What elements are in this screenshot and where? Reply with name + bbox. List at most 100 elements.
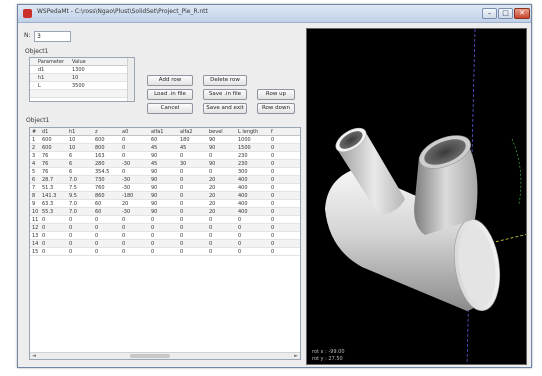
table-cell[interactable]: 1500 xyxy=(236,144,269,151)
title-bar[interactable]: WSPedaMt - C:\ross\Ngao\Plust\SolidSet\P… xyxy=(18,5,531,23)
table-cell[interactable]: 7 xyxy=(30,184,40,191)
table-cell[interactable]: 0 xyxy=(120,168,149,175)
table-cell[interactable]: 20 xyxy=(207,200,236,207)
table-cell[interactable]: 14 xyxy=(30,240,40,247)
table-cell[interactable]: 230 xyxy=(236,160,269,167)
table-cell[interactable]: 0 xyxy=(120,152,149,159)
table-cell[interactable]: 7.0 xyxy=(67,208,93,215)
table-cell[interactable]: 45 xyxy=(149,160,178,167)
table-cell[interactable]: -30 xyxy=(120,176,149,183)
table-row[interactable]: 8 141.3 9.5 860 -180 90 0 20 400 0 xyxy=(30,192,300,200)
table-cell[interactable]: 0 xyxy=(149,232,178,239)
table-cell[interactable]: 20 xyxy=(207,184,236,191)
table-cell[interactable]: 90 xyxy=(149,152,178,159)
table-cell[interactable]: 60 xyxy=(93,200,120,207)
maximize-button[interactable]: □ xyxy=(498,8,513,19)
table-cell[interactable]: 0 xyxy=(178,240,207,247)
save-and-exit-button[interactable]: Save and exit xyxy=(203,103,247,114)
table-cell[interactable]: 0 xyxy=(207,152,236,159)
table-cell[interactable]: 5 xyxy=(30,168,40,175)
table-cell[interactable]: 6 xyxy=(67,160,93,167)
table-cell[interactable]: 3500 xyxy=(70,82,122,89)
table-cell[interactable]: 0 xyxy=(178,224,207,231)
table-cell[interactable]: 90 xyxy=(207,160,236,167)
parameter-table-row[interactable]: h1 10 xyxy=(30,74,134,82)
table-cell[interactable]: 0 xyxy=(40,248,67,255)
table-cell[interactable]: 141.3 xyxy=(40,192,67,199)
table-cell[interactable]: 0 xyxy=(236,240,269,247)
table-cell[interactable]: 76 xyxy=(40,168,67,175)
table-cell[interactable]: 0 xyxy=(269,232,295,239)
table-cell[interactable]: L xyxy=(36,82,70,89)
parameter-table-row[interactable]: d1 1300 xyxy=(30,66,134,74)
3d-viewport[interactable]: rot x : -99.00 rot y : 27.50 xyxy=(306,28,527,365)
cancel-button[interactable]: Cancel xyxy=(147,103,193,114)
table-cell[interactable]: 300 xyxy=(236,168,269,175)
table-cell[interactable]: 45 xyxy=(178,144,207,151)
table-cell[interactable]: 0 xyxy=(236,224,269,231)
table-cell[interactable]: 10 xyxy=(70,74,122,81)
table-cell[interactable]: 0 xyxy=(40,216,67,223)
table-cell[interactable]: 63.3 xyxy=(40,200,67,207)
table-cell[interactable]: 0 xyxy=(269,136,295,143)
table-cell[interactable]: 0 xyxy=(269,216,295,223)
table-cell[interactable]: 0 xyxy=(269,184,295,191)
table-cell[interactable]: 0 xyxy=(269,160,295,167)
row-down-button[interactable]: Row down xyxy=(257,103,295,114)
table-cell[interactable]: 45 xyxy=(149,144,178,151)
table-cell[interactable]: 90 xyxy=(149,208,178,215)
table-cell[interactable]: 0 xyxy=(269,200,295,207)
table-cell[interactable]: 60 xyxy=(149,136,178,143)
table-row[interactable]: 5 76 6 354.5 0 90 0 0 300 0 xyxy=(30,168,300,176)
table-cell[interactable]: 12 xyxy=(30,224,40,231)
table-cell[interactable]: 0 xyxy=(67,248,93,255)
table-cell[interactable]: 600 xyxy=(40,144,67,151)
table-cell[interactable]: 0 xyxy=(207,232,236,239)
table-cell[interactable]: 0 xyxy=(149,240,178,247)
table-cell[interactable]: 400 xyxy=(236,176,269,183)
table-cell[interactable]: 15 xyxy=(30,248,40,255)
table-cell[interactable]: 13 xyxy=(30,232,40,239)
load-file-button[interactable]: Load .in file xyxy=(147,89,193,100)
table-cell[interactable]: 90 xyxy=(207,136,236,143)
table-cell[interactable]: 0 xyxy=(149,248,178,255)
table-row[interactable]: 1 600 10 600 0 60 180 90 1000 0 xyxy=(30,136,300,144)
table-cell[interactable]: 9 xyxy=(30,200,40,207)
table-cell[interactable]: 0 xyxy=(178,176,207,183)
table-row[interactable]: 7 51.3 7.5 760 -30 90 0 20 400 0 xyxy=(30,184,300,192)
table-cell[interactable]: 0 xyxy=(178,200,207,207)
table-cell[interactable]: 20 xyxy=(207,192,236,199)
table-cell[interactable]: 0 xyxy=(67,240,93,247)
table-cell[interactable]: 0 xyxy=(40,240,67,247)
table-cell[interactable]: 0 xyxy=(120,216,149,223)
table-cell[interactable]: 0 xyxy=(178,192,207,199)
table-cell[interactable]: 1000 xyxy=(236,136,269,143)
table-cell[interactable]: -30 xyxy=(120,160,149,167)
table-cell[interactable]: 90 xyxy=(149,168,178,175)
table-cell[interactable]: h1 xyxy=(36,74,70,81)
table-cell[interactable]: 0 xyxy=(67,216,93,223)
table-cell[interactable]: 0 xyxy=(149,224,178,231)
table-cell[interactable]: 90 xyxy=(207,144,236,151)
table-cell[interactable]: 76 xyxy=(40,160,67,167)
table-cell[interactable]: 0 xyxy=(178,152,207,159)
table-row[interactable]: 13 0 0 0 0 0 0 0 0 0 xyxy=(30,232,300,240)
table-cell[interactable]: 7.5 xyxy=(67,184,93,191)
n-input[interactable]: 3 xyxy=(34,31,71,42)
table-cell[interactable]: 0 xyxy=(269,208,295,215)
scroll-right-icon[interactable]: ► xyxy=(294,353,298,359)
table-cell[interactable]: 51.3 xyxy=(40,184,67,191)
table-cell[interactable]: 730 xyxy=(93,176,120,183)
table-cell[interactable]: 800 xyxy=(93,144,120,151)
table-cell[interactable]: 60 xyxy=(93,208,120,215)
parameter-table[interactable]: Parameter Value d1 1300 h1 10 L 3500 xyxy=(29,57,135,102)
horizontal-scrollbar[interactable]: ◄ ► xyxy=(30,352,300,359)
table-cell[interactable]: -30 xyxy=(120,208,149,215)
table-cell[interactable]: 0 xyxy=(269,192,295,199)
table-row[interactable]: 11 0 0 0 0 0 0 0 0 0 xyxy=(30,216,300,224)
table-row[interactable]: 3 76 6 163 0 90 0 0 230 0 xyxy=(30,152,300,160)
table-row[interactable]: 6 28.7 7.0 730 -30 90 0 20 400 0 xyxy=(30,176,300,184)
table-cell[interactable]: 90 xyxy=(149,184,178,191)
table-cell[interactable]: 0 xyxy=(93,216,120,223)
table-cell[interactable]: 0 xyxy=(269,176,295,183)
